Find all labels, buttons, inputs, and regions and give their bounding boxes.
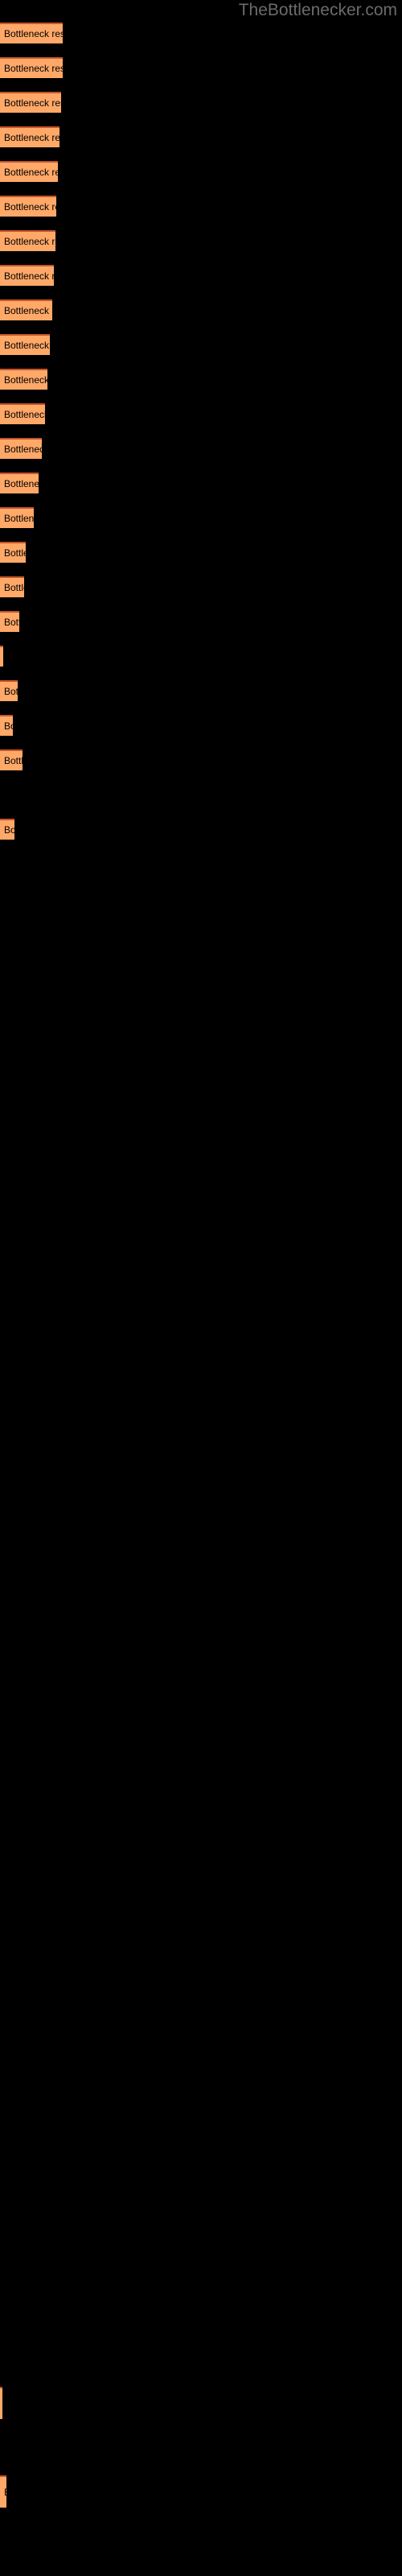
bar-4: Bottleneck result [0,126,59,147]
bar-label: Bottleneck result [4,755,23,766]
bar-8: Bottleneck result [0,265,54,286]
bar-26: Bottleneck result [0,2475,6,2508]
bar-label: Bottleneck result [4,444,42,455]
bar-label: Bottleneck result [4,305,52,316]
bar-19: Bottleneck result [0,646,3,667]
bar-label: Bottleneck result [4,409,45,420]
bar-label: Bottleneck result [4,513,34,524]
bar-11: Bottleneck result [0,369,47,390]
bar-1: Bottleneck result [0,23,63,43]
bar-13: Bottleneck result [0,438,42,459]
bar-12: Bottleneck result [0,403,45,424]
bar-14: Bottleneck result [0,473,39,493]
bar-6: Bottleneck result [0,196,56,217]
bar-10: Bottleneck result [0,334,50,355]
bar-label: Bottleneck result [4,340,50,351]
bar-9: Bottleneck result [0,299,52,320]
bar-label: Bottleneck result [4,167,58,178]
bar-label: Bottleneck result [4,686,18,697]
bar-17: Bottleneck result [0,576,24,597]
bar-20: Bottleneck result [0,680,18,701]
bar-label: Bottleneck result [4,28,63,39]
bar-label: Bottleneck result [4,374,47,386]
bar-15: Bottleneck result [0,507,34,528]
bar-label: Bottleneck result [4,97,61,109]
bar-25: Bottleneck result [0,2387,2,2419]
bar-3: Bottleneck result [0,92,61,113]
bar-18: Bottleneck result [0,611,19,632]
bar-label: Bottleneck result [4,2487,6,2498]
bar-label: Bottleneck result [4,132,59,143]
bar-label: Bottleneck result [4,270,54,282]
bar-2: Bottleneck result [0,57,63,78]
bar-22: Bottleneck result [0,749,23,770]
bar-label: Bottleneck result [4,582,24,593]
bar-label: Bottleneck result [4,63,63,74]
bar-label: Bottleneck result [4,720,13,732]
bar-16: Bottleneck result [0,542,26,563]
bar-label: Bottleneck result [4,201,56,213]
bar-label: Bottleneck result [4,824,14,836]
bar-21: Bottleneck result [0,715,13,736]
bar-label: Bottleneck result [4,236,55,247]
bar-label: Bottleneck result [4,547,26,559]
bar-5: Bottleneck result [0,161,58,182]
bar-label: Bottleneck result [4,478,39,489]
bar-24: Bottleneck result [0,819,14,840]
bar-7: Bottleneck result [0,230,55,251]
bar-label: Bottleneck result [4,617,19,628]
bottleneck-bar-chart: Bottleneck result Bottleneck result Bottle… [0,0,402,2576]
